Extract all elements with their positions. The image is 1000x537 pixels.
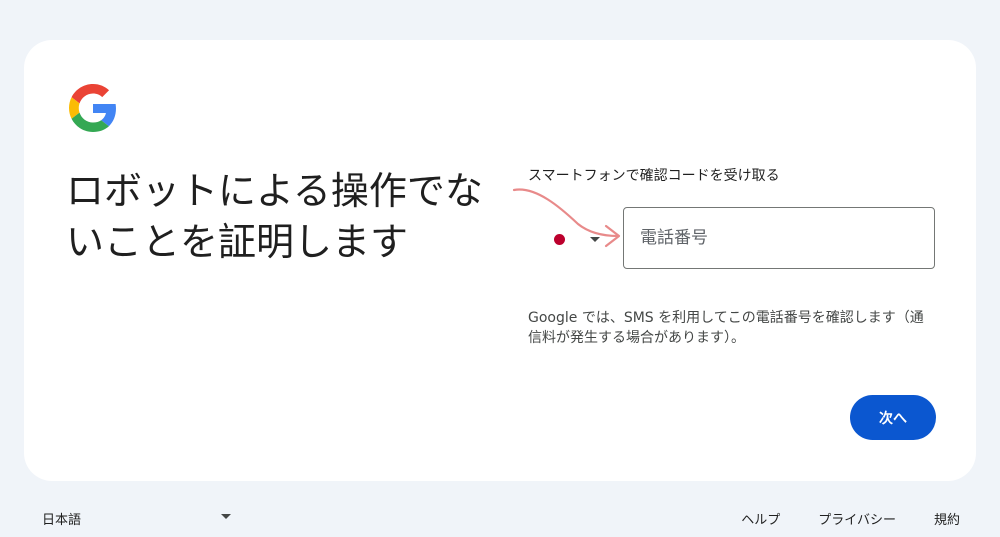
signin-card: ロボットによる操作でないことを証明します スマートフォンで確認コードを受け取る … [24, 40, 976, 481]
terms-link[interactable]: 規約 [934, 509, 960, 528]
footer-links: ヘルプ プライバシー 規約 [741, 509, 960, 528]
google-logo-icon [69, 84, 116, 132]
help-link[interactable]: ヘルプ [741, 509, 780, 528]
sms-notice: Google では、SMS を利用してこの電話番号を確認します（通信料が発生する… [528, 310, 924, 346]
phone-number-input[interactable] [623, 207, 935, 269]
language-chevron-down-icon[interactable] [221, 514, 231, 519]
chevron-down-icon [590, 237, 600, 242]
language-selector[interactable]: 日本語 [42, 509, 81, 528]
next-button[interactable]: 次へ [850, 395, 936, 440]
country-code-selector[interactable] [550, 229, 606, 253]
japan-flag-icon [554, 234, 565, 245]
privacy-link[interactable]: プライバシー [818, 509, 896, 528]
page-title: ロボットによる操作でないことを証明します [66, 169, 483, 264]
